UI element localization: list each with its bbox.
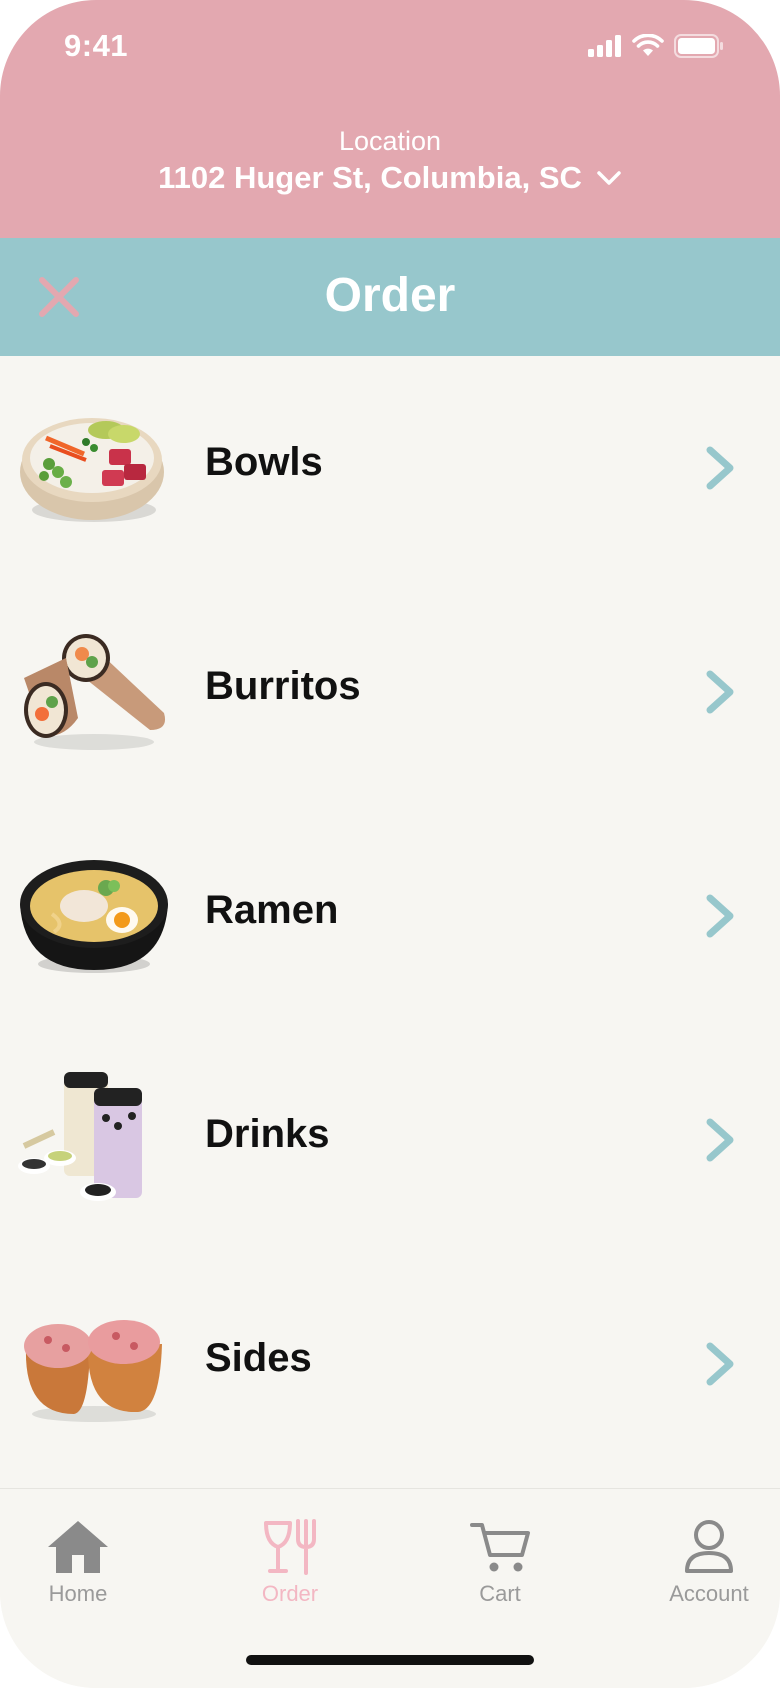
sushi-burrito-image	[24, 634, 166, 750]
tab-order[interactable]: Order	[215, 1519, 365, 1629]
home-indicator[interactable]	[246, 1655, 534, 1665]
chevron-right-icon	[706, 1118, 734, 1162]
tab-cart[interactable]: Cart	[425, 1519, 575, 1629]
category-row-burritos[interactable]: Burritos	[0, 580, 780, 804]
inari-sushi-image	[24, 1320, 162, 1422]
chevron-right-icon	[706, 894, 734, 938]
category-label: Ramen	[205, 888, 339, 932]
utensils-icon	[264, 1519, 316, 1575]
location-label: Location	[338, 126, 442, 156]
category-label: Drinks	[205, 1112, 330, 1156]
tab-home[interactable]: Home	[3, 1519, 153, 1629]
page-title: Order	[324, 269, 456, 322]
status-icons	[588, 34, 724, 58]
tab-label: Home	[48, 1581, 108, 1606]
category-row-bowls[interactable]: Bowls	[0, 356, 780, 580]
category-row-sides[interactable]: Sides	[0, 1252, 780, 1476]
order-screen: 9:41 Location 1102 Huger St, Columbia, S…	[0, 0, 780, 1688]
person-icon	[685, 1520, 733, 1573]
chevron-right-icon	[706, 1342, 734, 1386]
home-icon	[48, 1521, 108, 1573]
ramen-bowl-image	[20, 860, 168, 973]
location-selector[interactable]: 1102 Huger St, Columbia, SC	[0, 160, 780, 196]
tab-label: Account	[669, 1581, 749, 1606]
chevron-down-icon	[597, 171, 621, 185]
title-bar: Order	[0, 238, 780, 356]
cart-icon	[470, 1523, 530, 1572]
wifi-icon	[632, 34, 664, 56]
tab-label: Order	[261, 1581, 319, 1606]
chevron-right-icon	[706, 446, 734, 490]
category-label: Burritos	[205, 664, 361, 708]
bubble-tea-image	[18, 1072, 142, 1201]
category-row-ramen[interactable]: Ramen	[0, 804, 780, 1028]
category-list: Bowls Burritos Ramen Drinks Sides	[0, 356, 780, 1476]
tab-label: Cart	[479, 1581, 521, 1606]
location-address: 1102 Huger St, Columbia, SC	[158, 160, 582, 195]
battery-icon	[674, 34, 723, 58]
tab-account[interactable]: Account	[634, 1519, 780, 1629]
status-time: 9:41	[64, 28, 129, 63]
cellular-signal-icon	[588, 35, 621, 57]
category-label: Bowls	[205, 440, 323, 484]
location-header: 9:41 Location 1102 Huger St, Columbia, S…	[0, 0, 780, 238]
category-row-drinks[interactable]: Drinks	[0, 1028, 780, 1252]
poke-bowl-image	[20, 418, 164, 522]
chevron-right-icon	[706, 670, 734, 714]
category-label: Sides	[205, 1336, 312, 1380]
